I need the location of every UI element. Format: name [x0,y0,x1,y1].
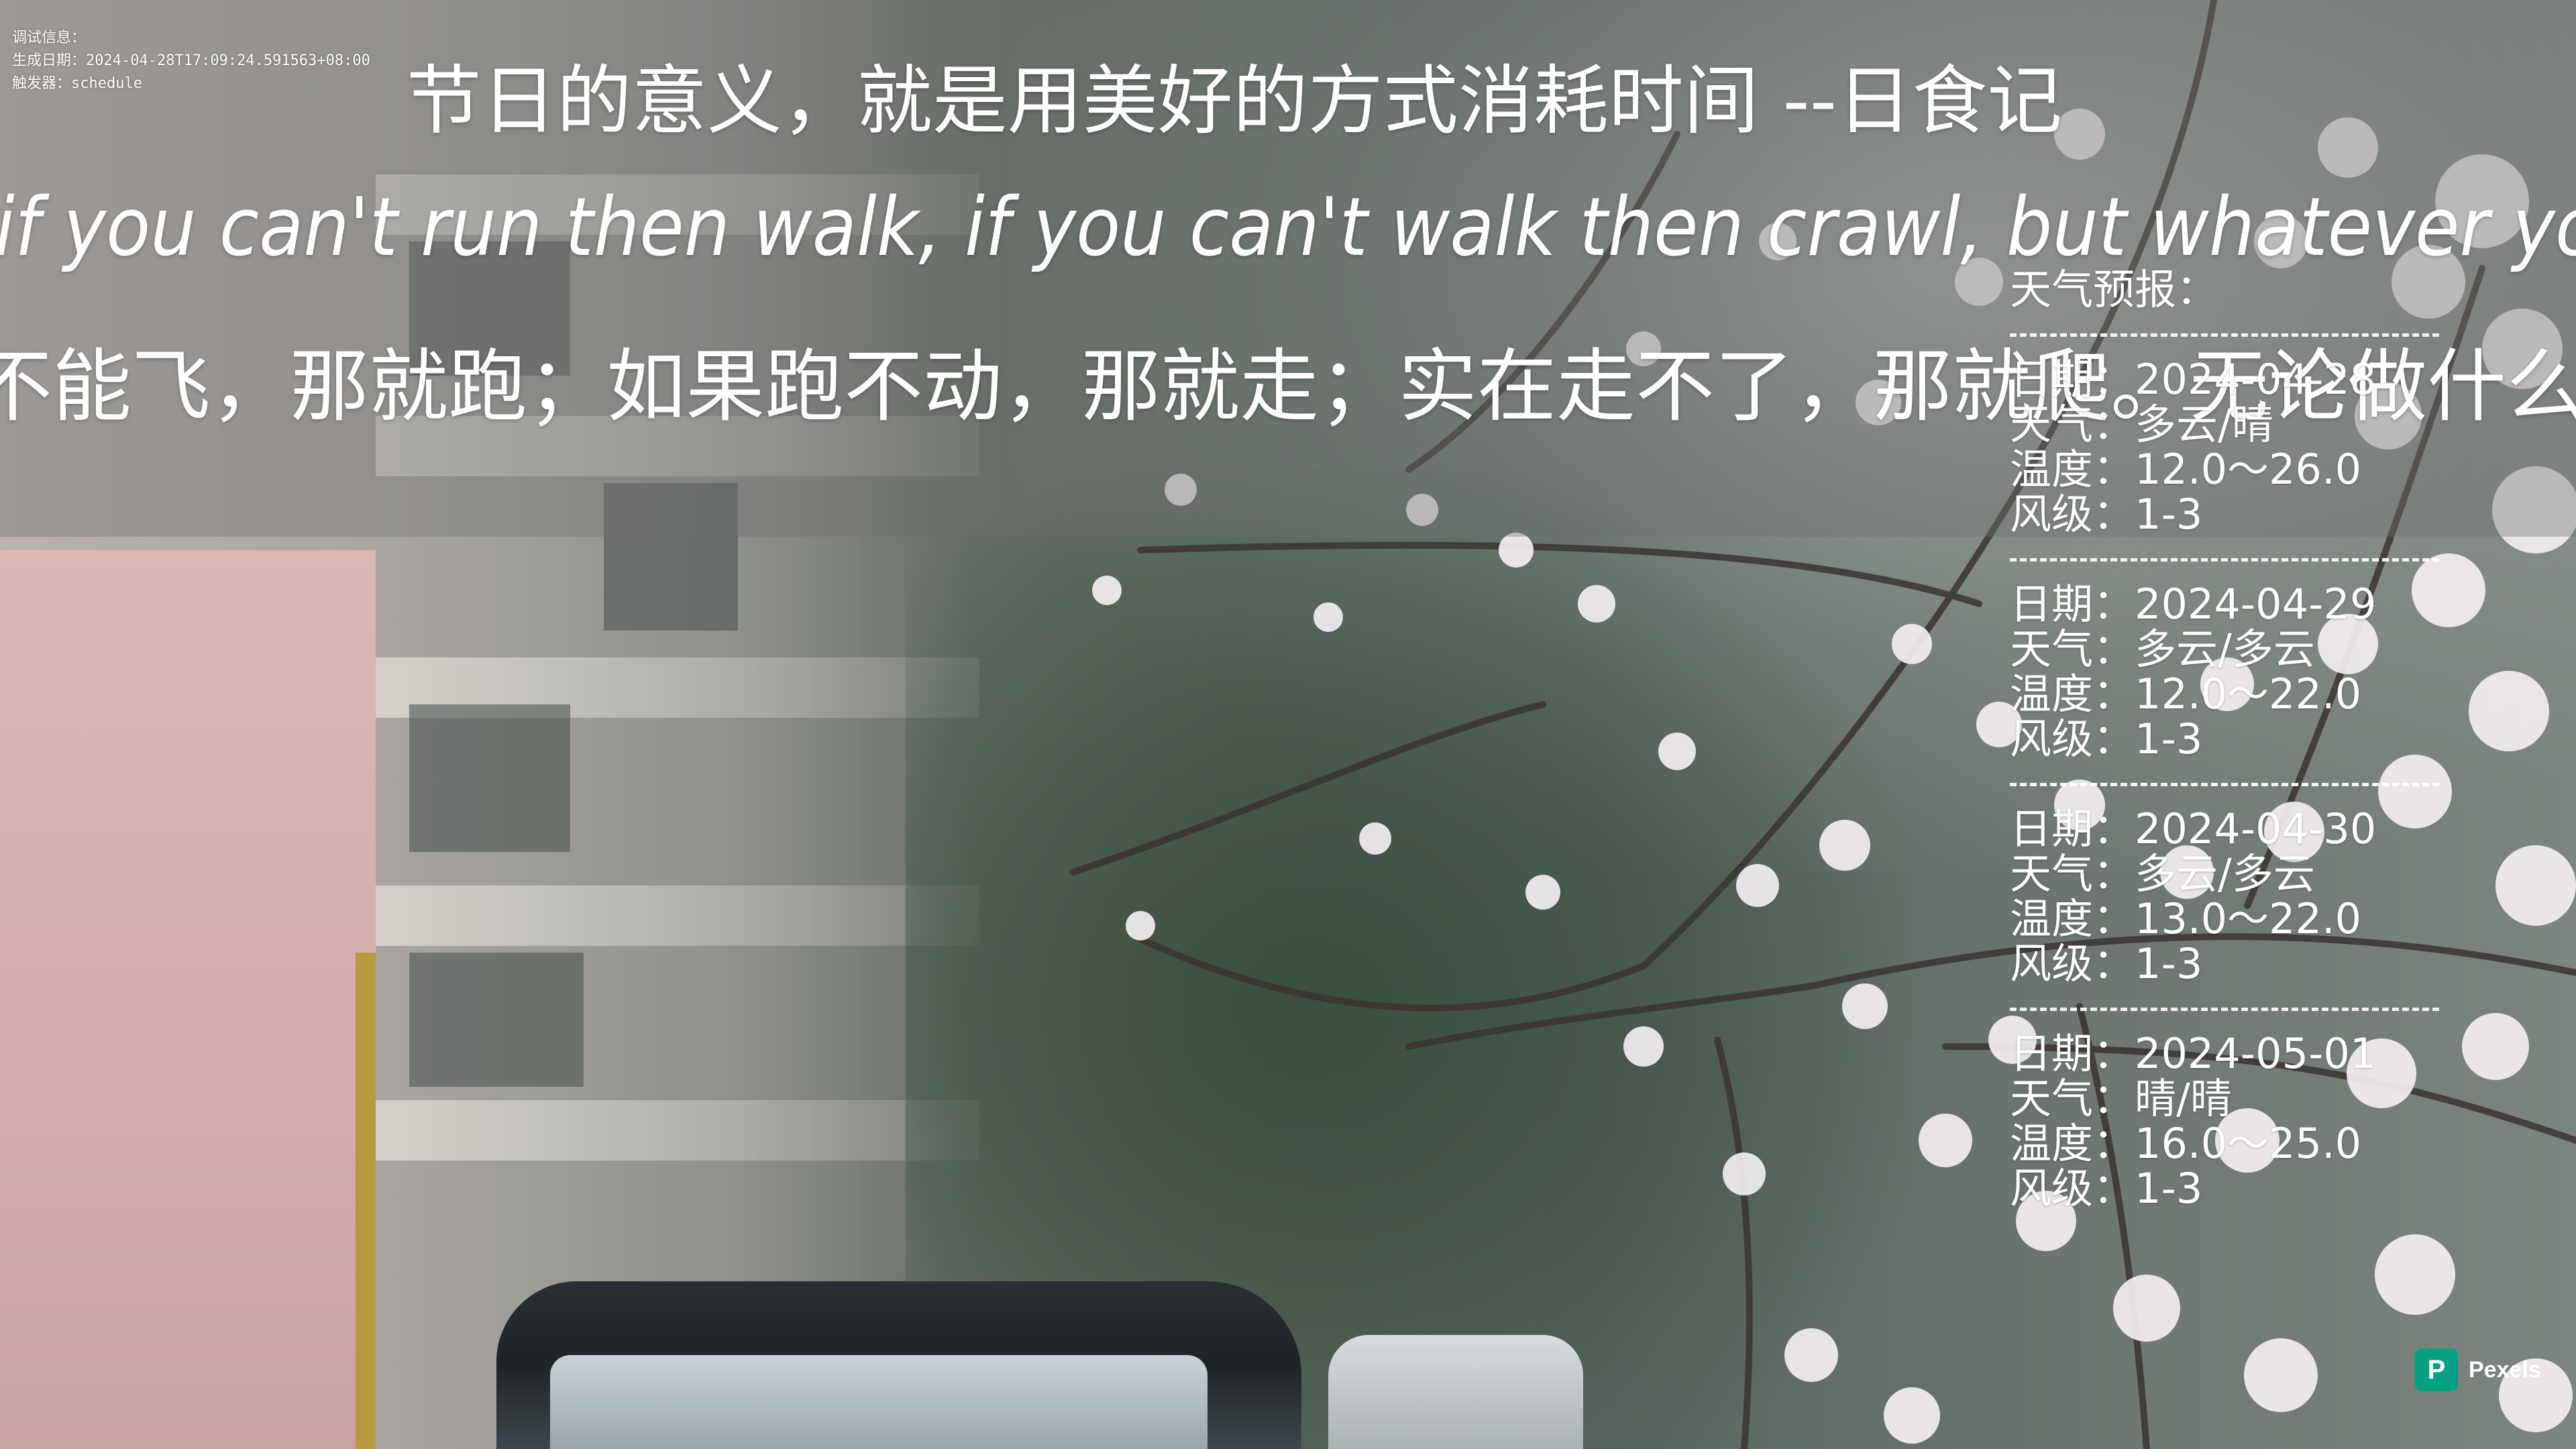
weather-date: 日期：2024-04-28 [2010,355,2377,404]
weather-date: 日期：2024-04-30 [2010,804,2377,853]
pexels-watermark: P Pexels [2415,1348,2541,1391]
weather-condition: 天气：多云/多云 [2010,625,2315,674]
weather-day-card: 日期：2024-04-29 天气：多云/多云 温度：12.0～22.0 风级：1… [2010,582,2576,761]
weather-temperature: 温度：16.0～25.0 [2010,1119,2362,1168]
weather-day-card: 日期：2024-05-01 天气：晴/晴 温度：16.0～25.0 风级：1-3 [2010,1031,2576,1211]
weather-wind: 风级：1-3 [2010,490,2203,539]
weather-day-card: 日期：2024-04-28 天气：多云/晴 温度：12.0～26.0 风级：1-… [2010,357,2576,537]
weather-temperature: 温度：12.0～22.0 [2010,669,2362,718]
weather-divider [2010,537,2576,582]
weather-temperature: 温度：12.0～26.0 [2010,445,2362,494]
pexels-brand-label: Pexels [2469,1356,2541,1383]
weather-condition: 天气：多云/晴 [2010,400,2273,449]
quote-english: if you can't run then walk, if you can't… [0,181,2576,274]
pexels-logo-icon: P [2415,1348,2458,1391]
weather-forecast-panel: 天气预报： 日期：2024-04-28 天气：多云/晴 温度：12.0～26.0… [2010,267,2576,1211]
weather-condition: 天气：晴/晴 [2010,1074,2232,1123]
weather-temperature: 温度：13.0～22.0 [2010,894,2362,943]
weather-divider [2010,761,2576,806]
weather-wind: 风级：1-3 [2010,714,2203,763]
weather-date: 日期：2024-04-29 [2010,580,2377,629]
weather-forecast-title: 天气预报： [2010,265,2218,314]
wallpaper-screen: 调试信息： 生成日期：2024-04-28T17:09:24.591563+08… [0,0,2576,1449]
weather-divider [2010,312,2576,357]
weather-day-card: 日期：2024-04-30 天气：多云/多云 温度：13.0～22.0 风级：1… [2010,806,2576,986]
weather-wind: 风级：1-3 [2010,1164,2203,1213]
quote-headline: 节日的意义，就是用美好的方式消耗时间 --日食记 [406,58,2063,145]
weather-divider [2010,986,2576,1031]
weather-condition: 天气：多云/多云 [2010,849,2315,898]
weather-wind: 风级：1-3 [2010,939,2203,988]
weather-date: 日期：2024-05-01 [2010,1029,2377,1078]
